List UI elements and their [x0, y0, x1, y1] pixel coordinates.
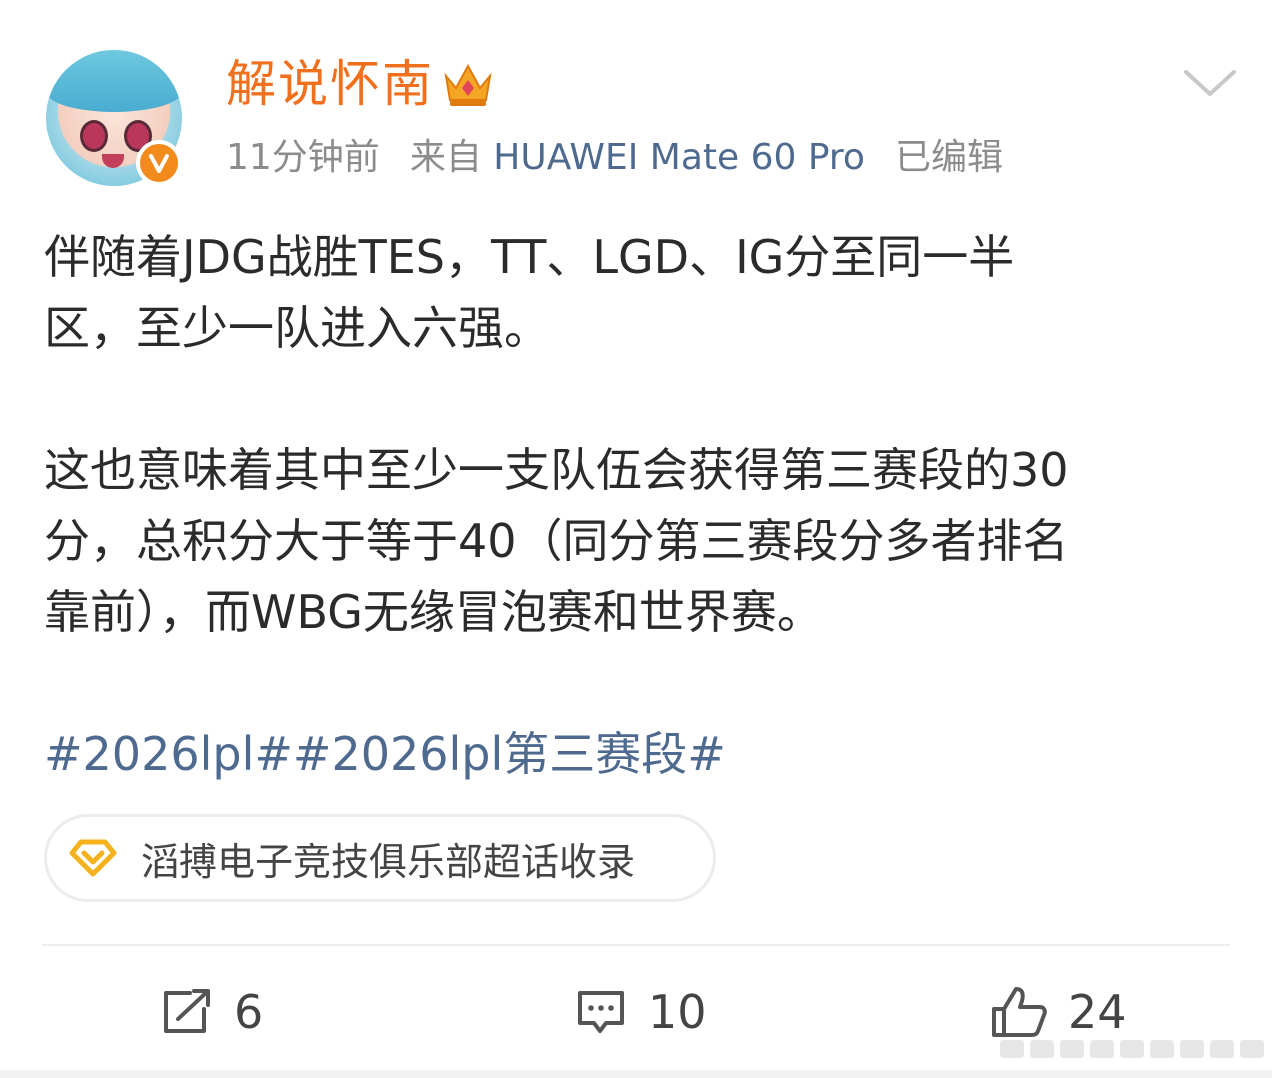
- repost-icon: [164, 989, 210, 1033]
- avatar-mouth: [102, 154, 124, 168]
- supertopic-label: 滔搏电子竞技俱乐部超话收录: [141, 839, 636, 884]
- more-options-chevron-icon[interactable]: [1180, 64, 1240, 106]
- post-body: 伴随着JDG战胜TES，TT、LGD、IG分至同一半 区，至少一队进入六强。 这…: [44, 222, 1234, 790]
- comment-icon: [578, 991, 624, 1033]
- repost-count: 6: [234, 985, 264, 1039]
- comment-button[interactable]: 10: [574, 982, 707, 1042]
- edited-label[interactable]: 已编辑: [895, 137, 1003, 178]
- verified-icon: [136, 140, 182, 186]
- source-device[interactable]: HUAWEI Mate 60 Pro: [493, 137, 865, 178]
- post-line: 伴随着JDG战胜TES，TT、LGD、IG分至同一半: [44, 230, 1015, 284]
- post-meta: 11分钟前 来自 HUAWEI Mate 60 Pro 已编辑: [226, 134, 1003, 182]
- hashtag-links[interactable]: #2026lpl##2026lpl第三赛段#: [44, 719, 1234, 790]
- divider: [42, 944, 1230, 946]
- crown-icon: [440, 58, 496, 114]
- post-line: 区，至少一队进入六强。: [44, 301, 550, 355]
- avatar-hair: [46, 50, 182, 112]
- footer-bar: [0, 1070, 1272, 1078]
- diamond-icon: [69, 839, 117, 877]
- post-line: 这也意味着其中至少一支队伍会获得第三赛段的30: [44, 443, 1069, 497]
- repost-button[interactable]: 6: [160, 982, 263, 1042]
- author-name[interactable]: 解说怀南: [226, 52, 434, 116]
- comment-count: 10: [648, 985, 707, 1039]
- post-line: 分，总积分大于等于40（同分第三赛段分多者排名: [44, 514, 1069, 568]
- watermark-decoration: [1000, 1030, 1270, 1066]
- post-line: 靠前），而WBG无缘冒泡赛和世界赛。: [44, 585, 823, 639]
- supertopic-pill[interactable]: 滔搏电子竞技俱乐部超话收录: [44, 814, 716, 902]
- post-time: 11分钟前: [226, 137, 380, 178]
- source-prefix: 来自: [409, 137, 482, 178]
- avatar-eye-left: [80, 120, 108, 152]
